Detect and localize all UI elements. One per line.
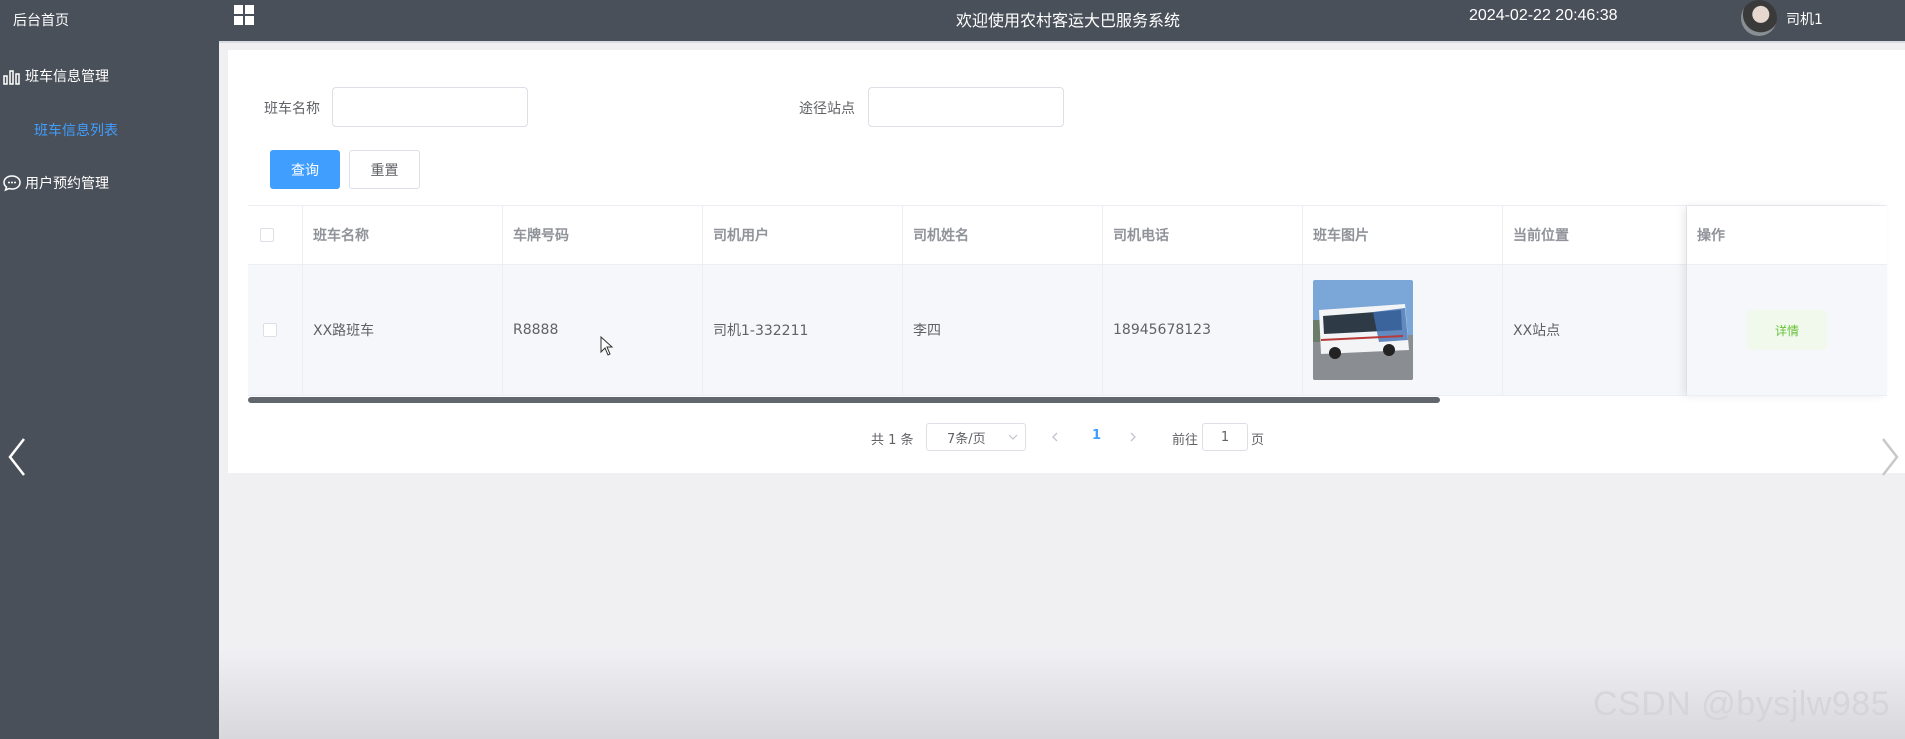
cell-bus-name: XX路班车 xyxy=(303,265,503,395)
fixed-column-shadow xyxy=(1687,206,1887,396)
bus-photo[interactable] xyxy=(1313,280,1413,380)
select-all-checkbox[interactable] xyxy=(260,228,274,242)
watermark: CSDN @bysjlw985 xyxy=(1593,685,1891,723)
goto-page-input[interactable] xyxy=(1202,423,1248,451)
chevron-right-icon[interactable] xyxy=(1877,435,1903,479)
grid-menu-icon[interactable] xyxy=(233,4,255,26)
sidebar-group-label: 用户预约管理 xyxy=(25,176,109,192)
station-input[interactable] xyxy=(868,87,1064,127)
column-header[interactable]: 班车图片 xyxy=(1303,206,1503,264)
table-row[interactable]: XX路班车 R8888 司机1-332211 李四 18945678123 XX… xyxy=(248,265,1887,396)
pagination-total: 共 1 条 xyxy=(871,433,914,448)
goto-prefix: 前往 xyxy=(1172,433,1199,448)
sidebar-group-bus-info[interactable]: 班车信息管理 xyxy=(0,62,109,90)
sidebar-group-label: 班车信息管理 xyxy=(25,69,109,85)
scrollbar-thumb[interactable] xyxy=(248,397,1440,403)
goto-suffix: 页 xyxy=(1251,433,1265,448)
sidebar-group-reservations[interactable]: 用户预约管理 xyxy=(0,169,109,197)
column-header[interactable]: 司机姓名 xyxy=(903,206,1103,264)
sidebar-item-bus-list[interactable]: 班车信息列表 xyxy=(34,120,118,140)
column-header[interactable]: 司机电话 xyxy=(1103,206,1303,264)
next-page-icon[interactable] xyxy=(1126,430,1140,444)
search-label-station: 途径站点 xyxy=(799,101,855,117)
page-size-value: 7条/页 xyxy=(947,431,986,447)
column-header[interactable]: 车牌号码 xyxy=(503,206,703,264)
table-header-row: 班车名称 车牌号码 司机用户 司机姓名 司机电话 班车图片 当前位置 操作 xyxy=(248,206,1887,265)
row-select-cell xyxy=(248,265,303,395)
table-horizontal-scrollbar[interactable] xyxy=(248,397,1887,403)
column-header[interactable]: 司机用户 xyxy=(703,206,903,264)
header-datetime: 2024-02-22 20:46:38 xyxy=(1469,7,1618,24)
system-title: 欢迎使用农村客运大巴服务系统 xyxy=(956,11,1181,30)
bus-name-input[interactable] xyxy=(332,87,528,127)
chat-icon xyxy=(3,175,21,192)
column-header[interactable]: 班车名称 xyxy=(303,206,503,264)
column-header[interactable]: 当前位置 xyxy=(1503,206,1687,264)
top-header: 欢迎使用农村客运大巴服务系统 2024-02-22 20:46:38 司机1 xyxy=(219,0,1905,43)
page-number-current[interactable]: 1 xyxy=(1092,428,1101,443)
cell-driver-name: 李四 xyxy=(903,265,1103,395)
prev-page-icon[interactable] xyxy=(1048,430,1062,444)
sidebar: 后台首页 班车信息管理 班车信息列表 用户预约管理 xyxy=(0,0,219,739)
chevron-left-icon[interactable] xyxy=(4,435,30,479)
sidebar-item-home[interactable]: 后台首页 xyxy=(13,10,69,30)
cell-driver-user: 司机1-332211 xyxy=(703,265,903,395)
bar-chart-icon xyxy=(3,70,20,85)
row-checkbox[interactable] xyxy=(263,323,277,337)
mouse-cursor-icon xyxy=(600,336,614,356)
query-button[interactable]: 查询 xyxy=(270,150,340,189)
header-username[interactable]: 司机1 xyxy=(1786,9,1823,29)
chevron-down-icon xyxy=(1008,434,1018,440)
reset-button[interactable]: 重置 xyxy=(349,150,420,189)
main-panel: 班车名称 途径站点 查询 重置 班车名称 车牌号码 司机用户 司机姓名 司机电话… xyxy=(228,50,1905,473)
select-all-cell xyxy=(248,206,303,264)
bus-table: 班车名称 车牌号码 司机用户 司机姓名 司机电话 班车图片 当前位置 操作 XX… xyxy=(248,205,1887,398)
page-size-select[interactable]: 7条/页 xyxy=(926,423,1026,451)
avatar[interactable] xyxy=(1741,0,1777,36)
cell-bus-image xyxy=(1303,265,1503,395)
search-label-bus-name: 班车名称 xyxy=(264,101,320,117)
cell-driver-phone: 18945678123 xyxy=(1103,265,1303,395)
cell-location: XX站点 xyxy=(1503,265,1687,395)
cell-plate: R8888 xyxy=(503,265,703,395)
